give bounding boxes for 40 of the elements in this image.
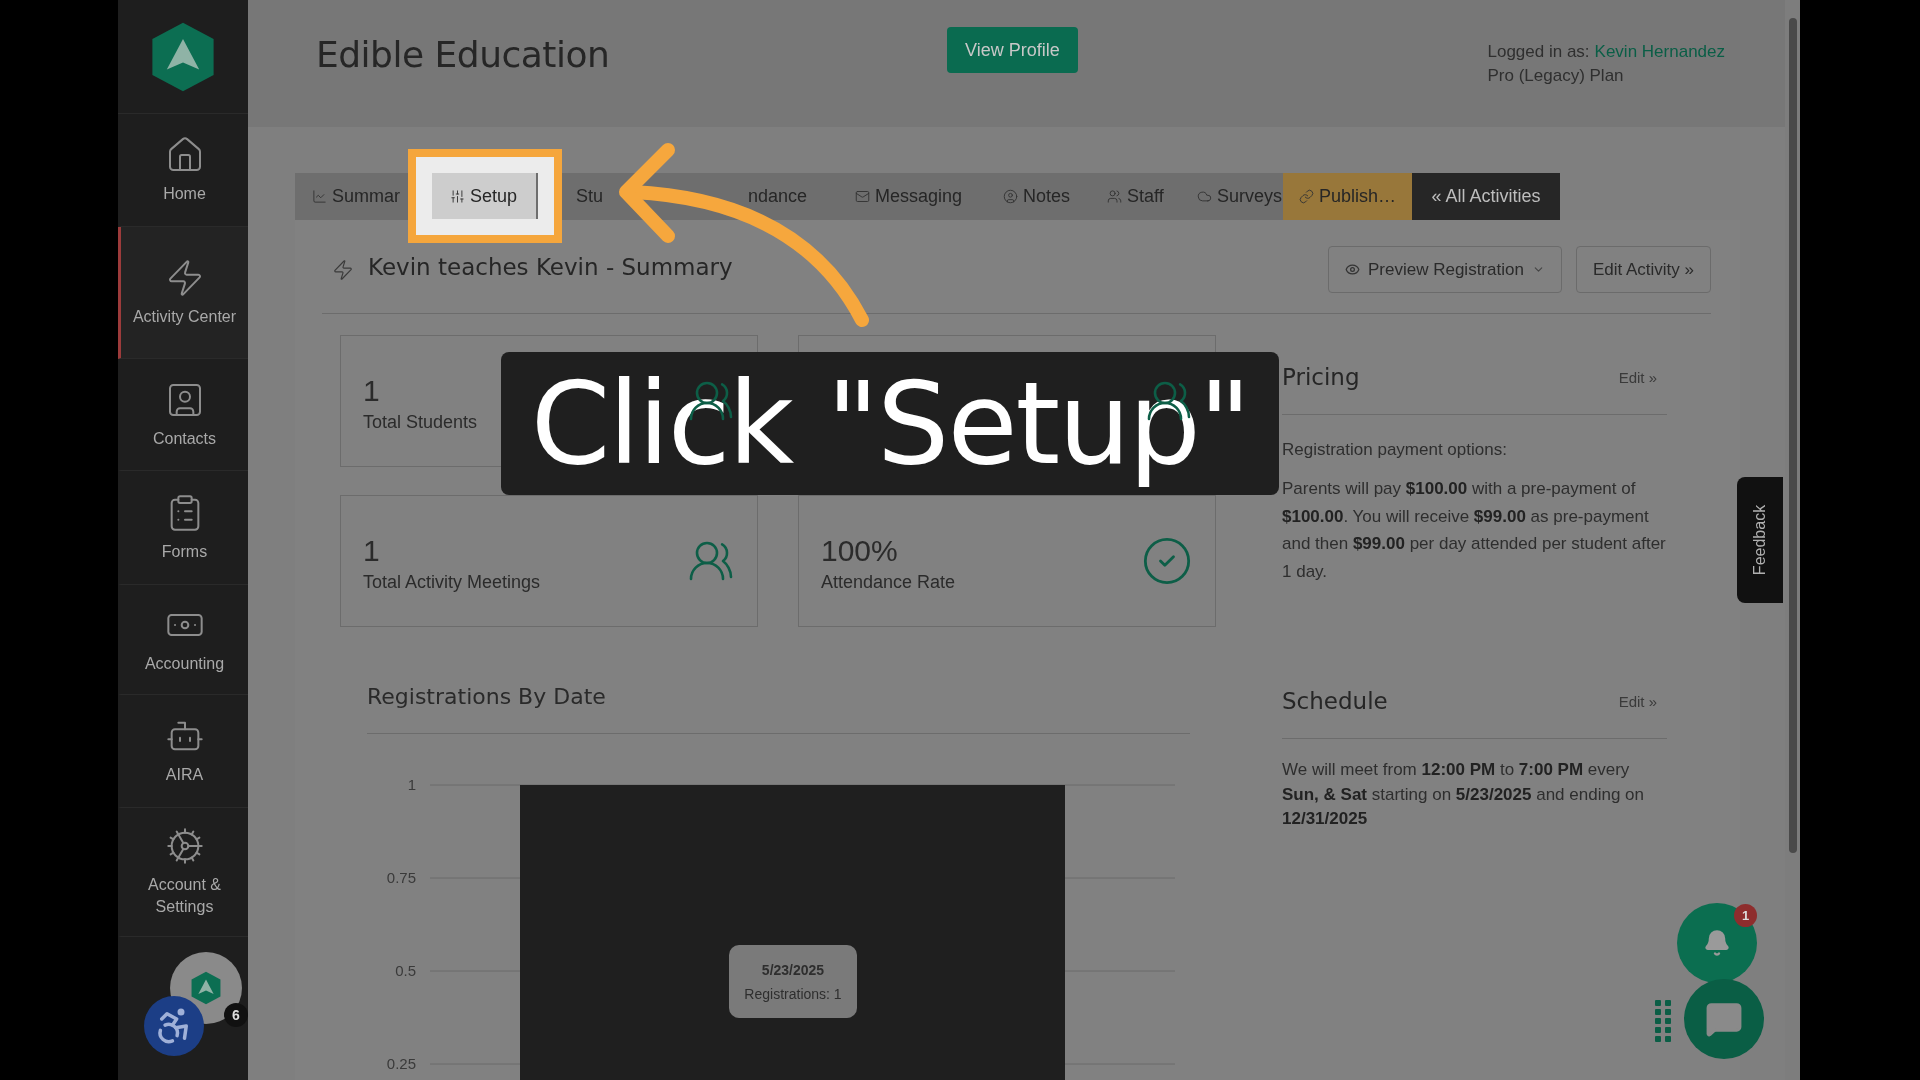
tab[interactable]: Summar xyxy=(295,173,432,220)
stat-value: 100% xyxy=(821,533,899,568)
instruction-callout: Click "Setup" xyxy=(501,352,1279,495)
schedule-text: We will meet from 12:00 PM to 7:00 PM every Sun, & Sat starting on 5/23/2025 and ending on 12/31/2025 xyxy=(1282,759,1645,830)
tab[interactable]: Stu xyxy=(536,173,700,220)
tab[interactable]: « All Activities xyxy=(1412,173,1560,220)
login-label: Logged in as: xyxy=(1487,41,1590,63)
pricing-intro: Registration payment options: xyxy=(1282,439,1508,461)
tab[interactable]: Publish… xyxy=(1283,173,1412,220)
section-title: Pricing xyxy=(1282,364,1360,390)
activity-title: Kevin teaches Kevin - Summary xyxy=(368,253,733,280)
edit-link[interactable]: Edit » xyxy=(1618,692,1657,710)
plan-label: Pro (Legacy) Plan xyxy=(1487,65,1625,87)
tab[interactable]: Messaging xyxy=(838,173,986,220)
axis-label: 0.25 xyxy=(386,1055,416,1072)
stat-value: 1 xyxy=(363,533,381,568)
tab[interactable]: Staff xyxy=(1090,173,1180,220)
axis-label: 0.75 xyxy=(386,869,416,886)
tab[interactable]: Surveys xyxy=(1180,173,1283,220)
pricing-text: Parents will pay $100.00 with a pre-payment of $100.00. You will receive $99.00 as pre-payment and then $99.00 per day attended per student after 1 day. xyxy=(1282,478,1667,583)
sidebar-item[interactable]: Activity Center xyxy=(118,227,248,359)
axis-label: 1 xyxy=(407,776,416,793)
count-badge: 6 xyxy=(224,1003,248,1027)
stat-label: Total Activity Meetings xyxy=(363,571,541,593)
edit-activity-button[interactable]: Edit Activity » xyxy=(1575,246,1711,293)
stat-value: 1 xyxy=(363,373,381,408)
tab[interactable]: Setup xyxy=(432,173,536,220)
preview-registration-button[interactable]: Preview Registration xyxy=(1328,246,1562,293)
tab[interactable]: Notes xyxy=(986,173,1090,220)
stat-label: Attendance Rate xyxy=(821,571,956,593)
chart-tooltip: 5/23/2025 Registrations: 1 xyxy=(729,945,857,1018)
section-title: Schedule xyxy=(1282,688,1388,714)
axis-label: 0.5 xyxy=(395,962,416,979)
edit-link[interactable]: Edit » xyxy=(1618,368,1657,386)
view-profile-button[interactable]: View Profile xyxy=(947,27,1078,73)
feedback-tab[interactable]: Feedback xyxy=(1737,477,1783,603)
tab[interactable]: ndance xyxy=(700,173,838,220)
chart-title: Registrations By Date xyxy=(367,684,607,709)
stat-label: Total Students xyxy=(363,411,478,433)
page-title: Edible Education xyxy=(316,34,611,75)
